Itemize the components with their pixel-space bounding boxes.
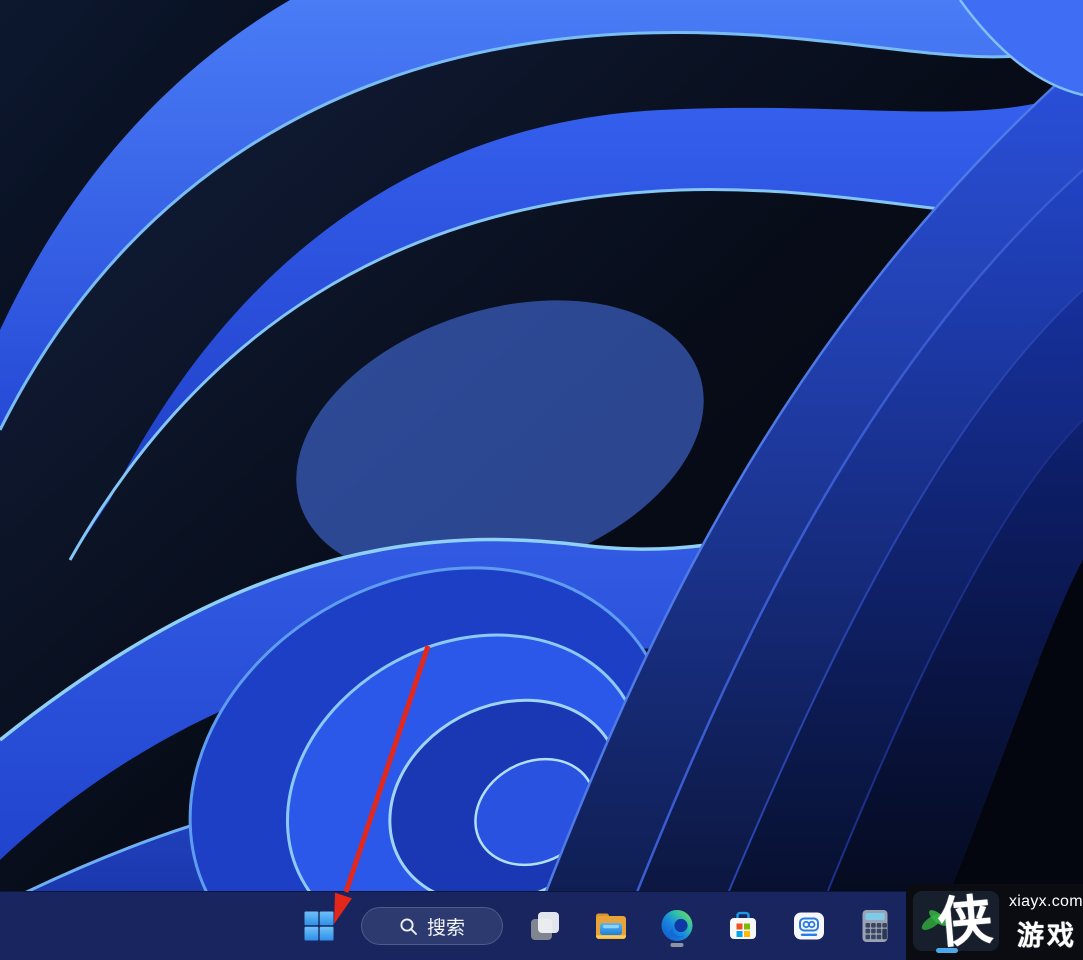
taskbar-app-mail[interactable] [781, 900, 837, 952]
taskbar-app-task-view[interactable] [517, 900, 573, 952]
calculator-icon [858, 908, 892, 944]
edge-icon [660, 909, 694, 943]
taskbar-app-file-explorer[interactable] [583, 900, 639, 952]
microsoft-store-icon [726, 909, 760, 943]
task-view-icon [528, 909, 562, 943]
edge-running-indicator [671, 943, 684, 947]
windows-start-icon [304, 911, 334, 941]
file-explorer-icon [594, 909, 628, 943]
mail-icon [792, 909, 826, 943]
search-icon [399, 917, 418, 936]
taskbar-app-calculator[interactable] [847, 900, 903, 952]
taskbar-center-group: 搜索 [291, 892, 903, 960]
start-button[interactable] [291, 900, 347, 952]
search-box[interactable]: 搜索 [361, 907, 503, 945]
watermark-text-block: xiayx.com 游戏 [1009, 893, 1079, 953]
watermark-blue-pill [936, 948, 958, 953]
watermark-badge: 侠 xiayx.com 游戏 [906, 884, 1083, 960]
watermark-site-url: xiayx.com [1009, 893, 1075, 911]
desktop: 搜索 [0, 0, 1083, 960]
watermark-brand-text: 游戏 [1009, 914, 1077, 953]
taskbar-app-edge[interactable] [649, 900, 705, 952]
wallpaper-bloom-image [0, 0, 1083, 960]
search-placeholder: 搜索 [427, 913, 465, 940]
taskbar-app-microsoft-store[interactable] [715, 900, 771, 952]
watermark-brand-character: 侠 [917, 882, 1013, 960]
